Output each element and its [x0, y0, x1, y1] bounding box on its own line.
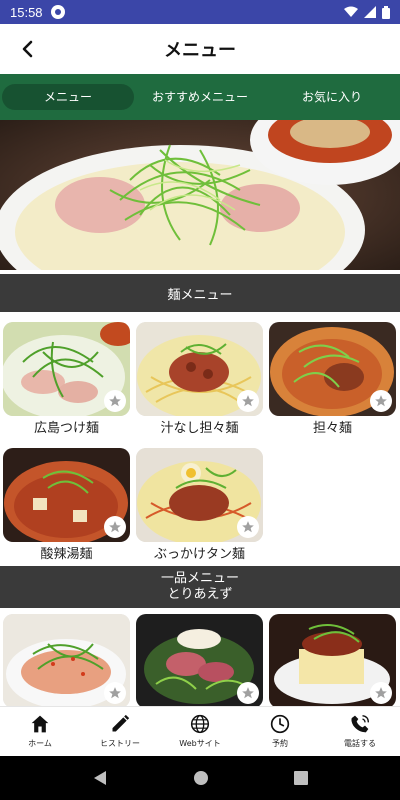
nav-history[interactable]: ヒストリー [80, 707, 160, 756]
menu-item-image [269, 322, 396, 416]
section-title: 一品メニュー [160, 571, 239, 586]
menu-card[interactable] [3, 614, 130, 708]
nav-label: 予約 [272, 739, 288, 748]
system-home-icon[interactable] [193, 770, 209, 786]
menu-item-image [136, 448, 263, 542]
menu-item-label: 汁なし担々麺 [160, 421, 239, 436]
star-icon [109, 687, 121, 699]
notification-app-icon [50, 5, 65, 19]
nav-website[interactable]: Webサイト [160, 707, 240, 756]
menu-item-label: ぶっかけタン麺 [153, 547, 245, 562]
nav-home[interactable]: ホーム [0, 707, 80, 756]
star-icon [242, 687, 254, 699]
status-time: 15:58 [10, 4, 43, 20]
favorite-star-button[interactable] [237, 516, 259, 538]
menu-card[interactable] [136, 614, 263, 708]
app-bar: メニュー [0, 24, 400, 74]
menu-item-image [3, 448, 130, 542]
home-icon [31, 715, 49, 733]
section-subtitle: とりあえず [167, 587, 233, 602]
menu-item-label: 酸辣湯麺 [40, 547, 93, 562]
back-arrow-icon [22, 40, 33, 58]
nav-reservation[interactable]: 予約 [240, 707, 320, 756]
system-navigation-bar [0, 756, 400, 800]
menu-item-label: 広島つけ麺 [33, 421, 99, 436]
star-icon [242, 521, 254, 533]
hero-image [0, 120, 400, 270]
back-button[interactable] [14, 36, 40, 62]
tab-recommended[interactable]: おすすめメニュー [134, 84, 266, 110]
menu-item-image [269, 614, 396, 708]
menu-item-image [3, 322, 130, 416]
star-icon [109, 521, 121, 533]
menu-card[interactable]: 広島つけ麺 [3, 322, 130, 438]
star-icon [242, 395, 254, 407]
menu-card[interactable]: 担々麺 [269, 322, 396, 438]
menu-item-label: 担々麺 [312, 421, 352, 436]
nav-label: ヒストリー [100, 739, 140, 748]
favorite-star-button[interactable] [370, 682, 392, 704]
star-icon [375, 395, 387, 407]
pen-icon [112, 714, 130, 732]
favorite-star-button[interactable] [104, 390, 126, 412]
favorite-star-button[interactable] [104, 682, 126, 704]
nav-label: ホーム [28, 739, 52, 748]
tab-favorites[interactable]: お気に入り [266, 84, 398, 110]
menu-card[interactable]: 汁なし担々麺 [136, 322, 263, 438]
status-bar: 15:58 [0, 0, 400, 24]
favorite-star-button[interactable] [237, 682, 259, 704]
phone-icon [351, 715, 369, 733]
menu-card[interactable] [269, 614, 396, 708]
star-icon [375, 687, 387, 699]
menu-item-image [136, 322, 263, 416]
section-header-side-dishes: 一品メニュー とりあえず [0, 566, 400, 608]
globe-icon [190, 714, 210, 734]
signal-icon [364, 6, 376, 18]
clock-icon [270, 714, 290, 734]
favorite-star-button[interactable] [104, 516, 126, 538]
tab-bar: メニュー おすすめメニュー お気に入り [0, 74, 400, 120]
section-header-noodles: 麺メニュー [0, 274, 400, 312]
menu-item-image [136, 614, 263, 708]
nav-call[interactable]: 電話する [320, 707, 400, 756]
tab-menu[interactable]: メニュー [2, 84, 134, 110]
star-icon [109, 395, 121, 407]
menu-card[interactable]: ぶっかけタン麺 [136, 448, 263, 564]
favorite-star-button[interactable] [237, 390, 259, 412]
section-title: 麺メニュー [167, 287, 233, 303]
wifi-icon [344, 6, 358, 17]
battery-icon [382, 5, 390, 19]
nav-label: Webサイト [179, 739, 221, 748]
bottom-navigation: ホーム ヒストリー Webサイト 予約 電話する [0, 706, 400, 756]
menu-card[interactable]: 酸辣湯麺 [3, 448, 130, 564]
favorite-star-button[interactable] [370, 390, 392, 412]
menu-item-image [3, 614, 130, 708]
page-title: メニュー [164, 40, 236, 61]
system-recents-icon[interactable] [293, 771, 308, 785]
system-back-icon[interactable] [92, 770, 108, 786]
nav-label: 電話する [344, 739, 376, 748]
